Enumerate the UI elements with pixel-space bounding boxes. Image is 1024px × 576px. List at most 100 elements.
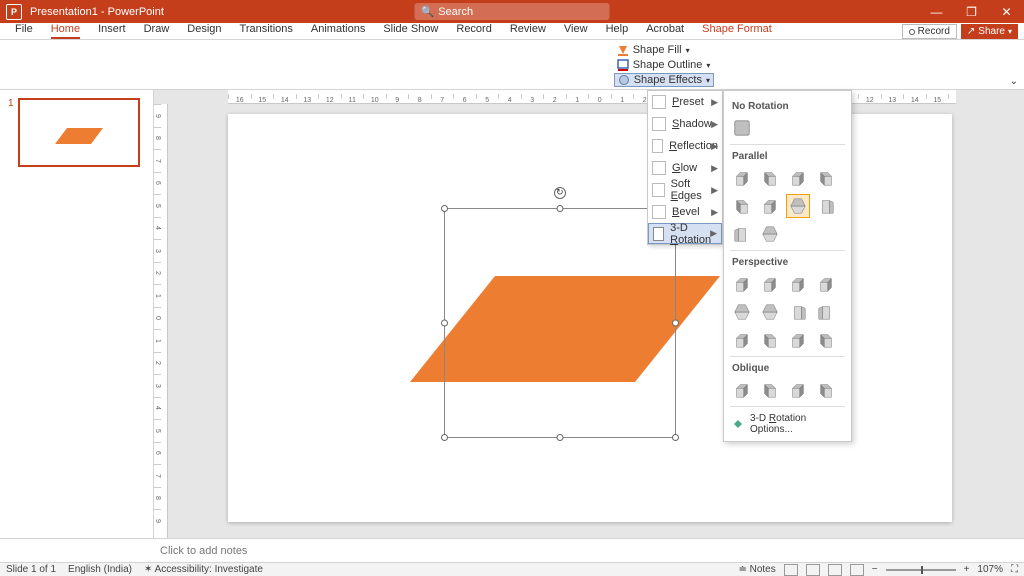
share-label: Share [978,26,1005,37]
effects-glow[interactable]: Glow▶ [648,157,722,179]
rotation-swatch[interactable] [758,194,782,218]
record-dot-icon [909,29,915,35]
chevron-down-icon: ▾ [706,76,710,85]
tab-help[interactable]: Help [597,22,638,39]
rotation-swatch[interactable] [758,378,782,402]
rotation-swatch[interactable] [786,166,810,190]
rotation-swatch[interactable] [814,328,838,352]
effects-shadow[interactable]: Shadow▶ [648,113,722,135]
slide-editor[interactable]: 1615141312111098765432101234567891011121… [154,90,1024,538]
app-icon: P [6,4,22,20]
rotation-swatch[interactable] [758,166,782,190]
slide-thumbnails-pane[interactable]: 1 [0,90,154,538]
shape-outline-button[interactable]: Shape Outline▾ [614,58,714,72]
zoom-level[interactable]: 107% [977,564,1003,575]
rotation-swatch[interactable] [758,272,782,296]
selection-box[interactable] [444,208,676,438]
tab-slideshow[interactable]: Slide Show [374,22,447,39]
tab-transitions[interactable]: Transitions [231,22,302,39]
zoom-in-button[interactable]: + [964,564,970,575]
rotation-swatch[interactable] [758,328,782,352]
softedges-icon [652,183,665,197]
3d-rotation-gallery: No Rotation Parallel Perspective Oblique… [723,90,852,442]
effects-3d-rotation[interactable]: 3-D Rotation▶ [648,223,722,244]
rotation-swatch[interactable] [814,194,838,218]
resize-handle-tl[interactable] [441,205,448,212]
slide-thumbnail-1[interactable] [18,98,140,167]
3d-rotation-options[interactable]: 3-D Rotation Options... [730,409,845,437]
normal-view-button[interactable] [784,564,798,576]
resize-handle-mr[interactable] [672,320,679,327]
rotation-swatch[interactable] [814,272,838,296]
tab-insert[interactable]: Insert [89,22,135,39]
rotation-swatch[interactable] [814,166,838,190]
rotation-icon [653,227,664,241]
resize-handle-bm[interactable] [557,434,564,441]
rotation-swatch[interactable] [758,222,782,246]
zoom-slider[interactable] [886,569,956,571]
tab-acrobat[interactable]: Acrobat [637,22,693,39]
shape-effects-button[interactable]: Shape Effects ▾ [614,73,714,87]
tab-draw[interactable]: Draw [135,22,179,39]
shape-fill-button[interactable]: Shape Fill▾ [614,43,714,57]
slide-sorter-button[interactable] [806,564,820,576]
effects-preset[interactable]: Preset▶ [648,91,722,113]
minimize-button[interactable]: — [919,0,954,23]
slideshow-view-button[interactable] [850,564,864,576]
fit-to-window-button[interactable]: ⛶ [1011,564,1018,575]
rotation-swatch[interactable] [730,194,754,218]
shape-effects-icon [618,74,630,86]
maximize-button[interactable]: ❐ [954,0,989,23]
resize-handle-br[interactable] [672,434,679,441]
submenu-arrow-icon: ▶ [711,97,718,108]
rotation-swatch[interactable] [814,300,838,324]
effects-bevel[interactable]: Bevel▶ [648,201,722,223]
submenu-arrow-icon: ▶ [711,141,718,152]
zoom-out-button[interactable]: − [872,564,878,575]
reading-view-button[interactable] [828,564,842,576]
notes-pane[interactable]: Click to add notes [0,538,1024,562]
tab-view[interactable]: View [555,22,597,39]
tab-record[interactable]: Record [447,22,500,39]
search-box[interactable]: 🔍 Search [415,3,610,20]
rotation-swatch[interactable] [786,328,810,352]
rotation-swatch[interactable] [786,300,810,324]
rotation-swatch[interactable] [730,328,754,352]
rotation-swatch[interactable] [786,272,810,296]
search-placeholder: Search [438,6,473,18]
thumb-number: 1 [8,98,14,167]
rotation-swatch[interactable] [786,378,810,402]
rotation-swatch[interactable] [730,378,754,402]
tab-home[interactable]: Home [42,22,89,39]
notes-toggle[interactable]: ≐ Notes [738,564,775,575]
rotation-swatch[interactable] [730,166,754,190]
share-button[interactable]: ↗Share▾ [961,24,1018,39]
rotation-swatch[interactable] [730,222,754,246]
resize-handle-ml[interactable] [441,320,448,327]
tab-shape-format[interactable]: Shape Format [693,22,781,39]
close-button[interactable]: ✕ [989,0,1024,23]
bevel-icon [652,205,666,219]
tab-review[interactable]: Review [501,22,555,39]
options-icon [732,418,744,430]
rotation-swatch[interactable] [814,378,838,402]
record-button[interactable]: Record [902,24,957,39]
collapse-ribbon-button[interactable]: ⌄ [1010,76,1018,87]
ribbon: Shape Fill▾ Shape Outline▾ Shape Effects… [0,40,1024,90]
effects-soft-edges[interactable]: Soft Edges▶ [648,179,722,201]
rotation-swatch[interactable] [730,272,754,296]
rotation-swatch[interactable] [786,194,810,218]
rotation-none[interactable] [730,116,754,140]
accessibility-status[interactable]: ✶ Accessibility: Investigate [144,564,263,575]
language-indicator[interactable]: English (India) [68,564,132,575]
rotation-swatch[interactable] [730,300,754,324]
tab-animations[interactable]: Animations [302,22,374,39]
shape-effects-label: Shape Effects [634,74,702,86]
tab-design[interactable]: Design [178,22,230,39]
rotation-swatch[interactable] [758,300,782,324]
effects-reflection[interactable]: Reflection▶ [648,135,722,157]
resize-handle-bl[interactable] [441,434,448,441]
resize-handle-tm[interactable] [557,205,564,212]
tab-file[interactable]: File [6,22,42,39]
rotation-handle[interactable] [554,187,566,199]
